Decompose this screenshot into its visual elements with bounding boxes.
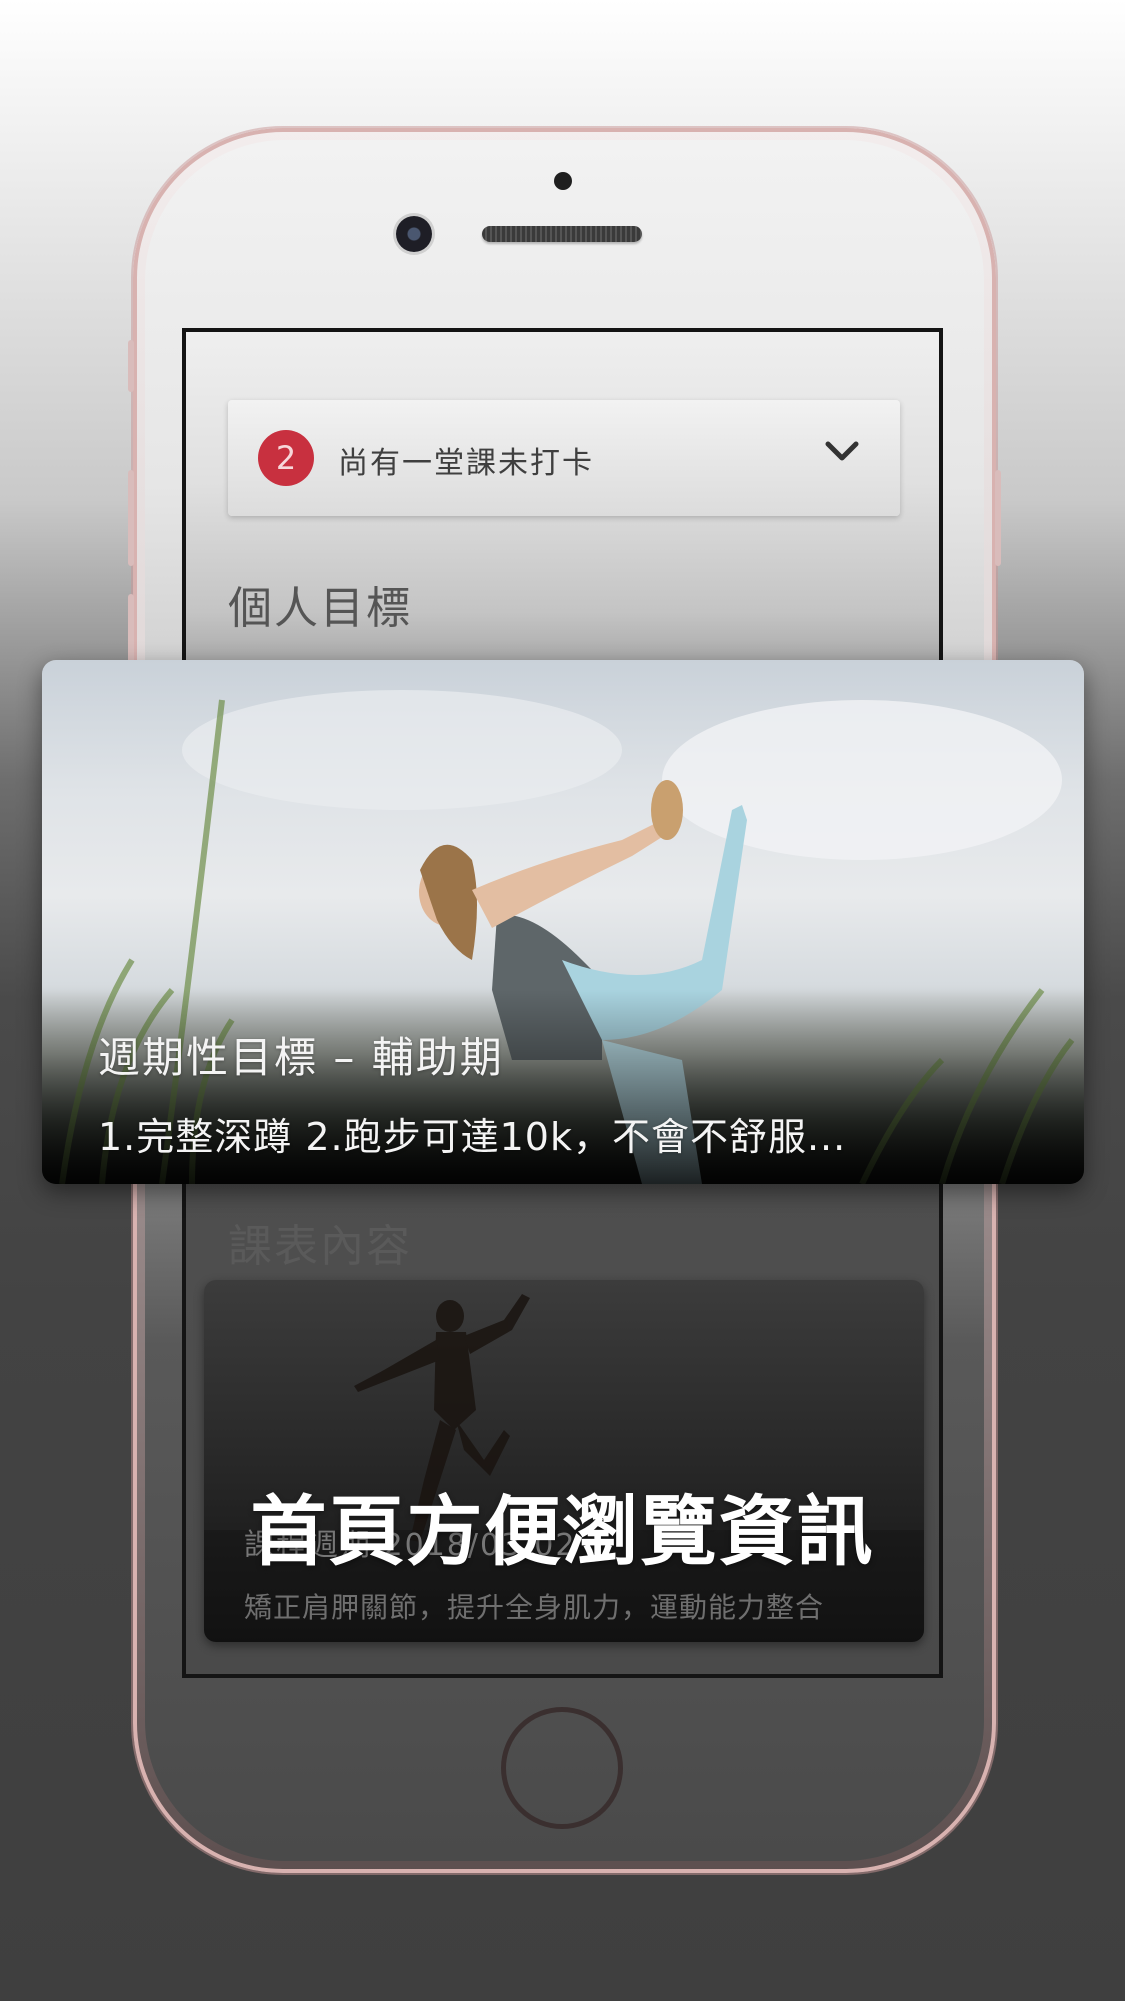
front-camera-icon	[396, 216, 432, 252]
phone-power-button	[995, 470, 1001, 566]
chevron-down-icon[interactable]	[822, 432, 862, 472]
schedule-heading: 課表內容	[228, 1221, 412, 1272]
home-button[interactable]	[501, 1707, 623, 1829]
proximity-sensor	[554, 172, 572, 190]
promo-caption: 首頁方便瀏覽資訊	[250, 1487, 875, 1576]
pending-checkin-notice[interactable]: 2 尚有一堂課未打卡	[228, 400, 900, 516]
course-description: 矯正肩胛關節，提升全身肌力，運動能力整合	[244, 1591, 825, 1624]
notification-count-badge: 2	[258, 430, 314, 486]
phone-volume-up	[128, 470, 134, 566]
notification-message: 尚有一堂課未打卡	[338, 446, 594, 481]
goal-description: 1.完整深蹲 2.跑步可達10k，不會不舒服...	[98, 1115, 847, 1159]
goal-card[interactable]: 週期性目標 – 輔助期 1.完整深蹲 2.跑步可達10k，不會不舒服...	[42, 660, 1084, 1184]
personal-goal-heading: 個人目標	[228, 583, 412, 634]
phone-side-button	[128, 340, 134, 392]
earpiece-speaker	[482, 226, 642, 242]
goal-title: 週期性目標 – 輔助期	[98, 1033, 504, 1082]
course-card[interactable]: 課程週期 2018/03/02 矯正肩胛關節，提升全身肌力，運動能力整合	[204, 1280, 924, 1642]
